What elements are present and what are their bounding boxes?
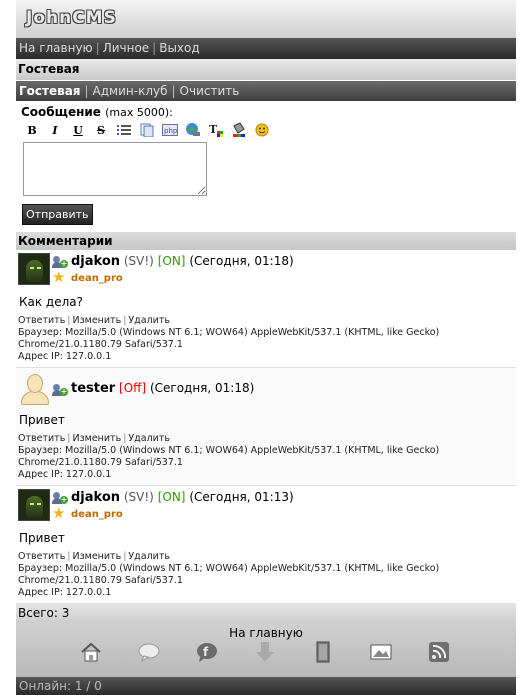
- post-time: (Сегодня, 01:18): [149, 381, 255, 395]
- message-textarea[interactable]: [23, 142, 207, 196]
- reply-link[interactable]: Ответить: [18, 433, 65, 444]
- quote-icon[interactable]: [139, 122, 155, 138]
- nav-logout-link[interactable]: Выход: [159, 41, 199, 55]
- download-icon[interactable]: [254, 641, 276, 663]
- post: + ★ djakon (SV!) [ON] (Сегодня, 01:18) d…: [16, 250, 516, 368]
- post-author[interactable]: tester: [71, 381, 115, 396]
- user-online-icon: +: [52, 255, 68, 269]
- reply-link[interactable]: Ответить: [18, 315, 65, 326]
- svg-text:f: f: [203, 645, 209, 659]
- post-time: (Сегодня, 01:13): [189, 490, 294, 504]
- color-icon[interactable]: T: [208, 122, 224, 138]
- star-icon: ★: [52, 504, 66, 522]
- post-time: (Сегодня, 01:18): [189, 254, 294, 268]
- nav-personal-link[interactable]: Личное: [103, 41, 149, 55]
- svg-text:T: T: [209, 123, 218, 136]
- browser-info: Браузер: Mozilla/5.0 (Windows NT 6.1; WO…: [18, 563, 440, 586]
- edit-link[interactable]: Изменить: [73, 315, 122, 326]
- tab-guestbook: Гостевая: [19, 84, 81, 98]
- user-online-icon: +: [52, 491, 68, 505]
- message-label: Сообщение (max 5000):: [21, 105, 173, 119]
- delete-link[interactable]: Удалить: [128, 315, 170, 326]
- message-limit: (max 5000):: [105, 106, 173, 119]
- list-icon[interactable]: [116, 122, 132, 138]
- italic-icon[interactable]: I: [47, 122, 63, 138]
- online-status: [ON]: [157, 490, 186, 504]
- avatar[interactable]: [18, 489, 50, 521]
- clear-link[interactable]: Очистить: [180, 84, 240, 98]
- smiley-icon[interactable]: [254, 122, 270, 138]
- delete-link[interactable]: Удалить: [128, 551, 170, 562]
- post-header: + ★ djakon (SV!) [ON] (Сегодня, 01:13) d…: [18, 489, 514, 521]
- ip-info: Адрес IP: 127.0.0.1: [18, 587, 112, 598]
- browser-info: Браузер: Mozilla/5.0 (Windows NT 6.1; WO…: [18, 327, 440, 350]
- user-offline-icon: +: [52, 383, 68, 397]
- sub-nav: Гостевая | Админ-клуб | Очистить: [16, 81, 516, 101]
- avatar: [18, 371, 50, 405]
- post-header: + ★ djakon (SV!) [ON] (Сегодня, 01:18) d…: [18, 253, 514, 285]
- post-meta: Ответить | Изменить | Удалить Браузер: Mozil…: [18, 551, 440, 598]
- header: JohnCMS: [16, 0, 516, 38]
- forum-icon[interactable]: f: [196, 641, 218, 663]
- top-nav: На главную | Личное | Выход: [16, 38, 516, 59]
- rss-icon[interactable]: [428, 641, 450, 663]
- post-meta: Ответить | Изменить | Удалить Браузер: Mozil…: [18, 315, 440, 362]
- link-icon[interactable]: [185, 122, 201, 138]
- message-form: Сообщение (max 5000): B I U S php T Отпр…: [16, 101, 516, 231]
- background-icon[interactable]: [231, 122, 247, 138]
- delete-link[interactable]: Удалить: [128, 433, 170, 444]
- svg-text:php: php: [164, 127, 178, 135]
- ip-info: Адрес IP: 127.0.0.1: [18, 351, 112, 362]
- strike-icon[interactable]: S: [93, 122, 109, 138]
- underline-icon[interactable]: U: [70, 122, 86, 138]
- comments-title: Комментарии: [16, 231, 516, 250]
- edit-link[interactable]: Изменить: [73, 433, 122, 444]
- nav-home-link[interactable]: На главную: [19, 41, 93, 55]
- user-status: dean_pro: [71, 509, 123, 520]
- library-icon[interactable]: [312, 641, 334, 663]
- user-status: dean_pro: [71, 273, 123, 284]
- page-title: Гостевая: [16, 59, 516, 81]
- bold-icon[interactable]: B: [24, 122, 40, 138]
- online-status: [ON]: [157, 254, 186, 268]
- gallery-icon[interactable]: [370, 641, 392, 663]
- online-status: [Off]: [119, 381, 147, 395]
- logo[interactable]: JohnCMS: [26, 8, 117, 28]
- tab-admin-club[interactable]: Админ-клуб: [93, 84, 168, 98]
- user-rights: (SV!): [123, 254, 154, 268]
- php-icon[interactable]: php: [162, 122, 178, 138]
- post-text: Привет: [19, 413, 65, 427]
- post-header: + tester [Off] (Сегодня, 01:18): [18, 371, 514, 405]
- post-meta: Ответить | Изменить | Удалить Браузер: Mozil…: [18, 433, 440, 480]
- user-rights: (SV!): [123, 490, 154, 504]
- edit-link[interactable]: Изменить: [73, 551, 122, 562]
- footer: На главную f: [16, 623, 516, 677]
- post-author[interactable]: djakon: [71, 490, 120, 505]
- bbcode-toolbar: B I U S php T: [24, 122, 511, 138]
- post-text: Как дела?: [19, 295, 84, 309]
- post: + ★ djakon (SV!) [ON] (Сегодня, 01:13) d…: [16, 486, 516, 604]
- avatar[interactable]: [18, 253, 50, 285]
- submit-button[interactable]: Отправить: [22, 204, 93, 225]
- browser-info: Браузер: Mozilla/5.0 (Windows NT 6.1; WO…: [18, 445, 440, 468]
- page: JohnCMS На главную | Личное | Выход Гостевая…: [16, 0, 516, 695]
- post-text: Привет: [19, 531, 65, 545]
- ip-info: Адрес IP: 127.0.0.1: [18, 469, 112, 480]
- online-counter: Онлайн: 1 / 0: [16, 677, 516, 695]
- total-count: Всего: 3: [16, 604, 516, 623]
- chat-icon[interactable]: [138, 641, 160, 663]
- reply-link[interactable]: Ответить: [18, 551, 65, 562]
- home-icon[interactable]: [80, 641, 102, 663]
- star-icon: ★: [52, 268, 66, 286]
- post: + tester [Off] (Сегодня, 01:18) Привет О…: [16, 368, 516, 486]
- footer-home-link[interactable]: На главную: [16, 623, 516, 640]
- post-author[interactable]: djakon: [71, 254, 120, 269]
